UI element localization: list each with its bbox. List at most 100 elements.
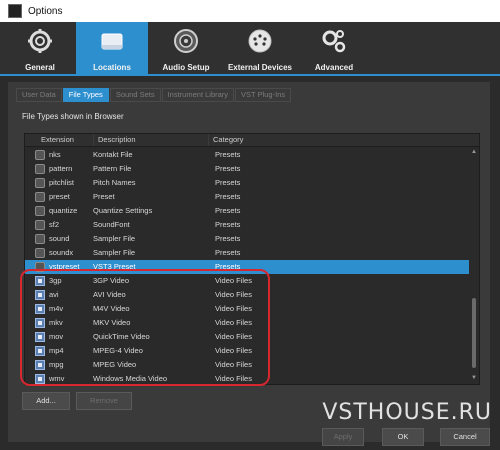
app-icon — [8, 4, 22, 18]
quantize-icon — [35, 206, 45, 216]
cell-extension: mov — [49, 332, 64, 341]
vst-icon — [35, 262, 45, 272]
cell-category: Presets — [215, 262, 241, 271]
table-row[interactable]: soundx Sampler File Presets — [25, 246, 469, 260]
video-file-icon — [35, 304, 45, 314]
cell-extension: sound — [49, 234, 70, 243]
toolbar-general-button[interactable]: General — [4, 22, 76, 74]
cell-category: Video Files — [215, 360, 252, 369]
table-body: nks Kontakt File Presets pattern Pattern Fil… — [25, 148, 469, 384]
tab-instrument-library[interactable]: Instrument Library — [161, 88, 235, 102]
gears-icon — [322, 30, 346, 53]
cell-description: M4V Video — [93, 304, 130, 313]
cell-extension: m4v — [49, 304, 64, 313]
table-row[interactable]: nks Kontakt File Presets — [25, 148, 469, 162]
table-row[interactable]: preset Preset Presets — [25, 190, 469, 204]
ok-button[interactable]: OK — [382, 428, 424, 446]
table-row[interactable]: m4v M4V Video Video Files — [25, 302, 469, 316]
cell-description: 3GP Video — [93, 276, 130, 285]
options-toolbar: General Locations Audio Setup External D… — [0, 22, 500, 74]
watermark-text: VSTHOUSE.RU — [322, 400, 492, 425]
toolbar-external-devices-button[interactable]: External Devices — [222, 22, 298, 74]
cell-description: Quantize Settings — [93, 206, 153, 215]
cell-category: Video Files — [215, 304, 252, 313]
cell-description: QuickTime Video — [93, 332, 150, 341]
midi-connector-icon — [248, 29, 272, 53]
cell-category: Presets — [215, 164, 241, 173]
toolbar-advanced-button[interactable]: Advanced — [298, 22, 370, 74]
remove-button[interactable]: Remove — [76, 392, 132, 410]
toolbar-external-devices-label: External Devices — [227, 63, 293, 72]
toolbar-locations-button[interactable]: Locations — [76, 22, 148, 74]
video-file-icon — [35, 374, 45, 384]
cell-description: MPEG-4 Video — [93, 346, 143, 355]
grid-icon — [35, 164, 45, 174]
column-header-description[interactable]: Description — [93, 134, 208, 146]
table-row[interactable]: sound Sampler File Presets — [25, 232, 469, 246]
add-button[interactable]: Add... — [22, 392, 70, 410]
title-bar: Options — [0, 0, 500, 22]
table-row[interactable]: wmv Windows Media Video Video Files — [25, 372, 469, 384]
gear-icon — [28, 29, 52, 53]
cell-category: Video Files — [215, 346, 252, 355]
table-row[interactable]: pattern Pattern File Presets — [25, 162, 469, 176]
scroll-up-icon[interactable]: ▲ — [471, 148, 477, 156]
cell-extension: vstpreset — [49, 262, 80, 271]
video-file-icon — [35, 276, 45, 286]
tab-file-types[interactable]: File Types — [62, 88, 109, 102]
table-row[interactable]: pitchlist Pitch Names Presets — [25, 176, 469, 190]
video-file-icon — [35, 360, 45, 370]
cell-description: MPEG Video — [93, 360, 137, 369]
table-row[interactable]: 3gp 3GP Video Video Files — [25, 274, 469, 288]
scrollbar-thumb[interactable] — [472, 298, 476, 368]
waveform-icon — [35, 248, 45, 258]
tab-vst-plug-ins[interactable]: VST Plug-Ins — [235, 88, 292, 102]
locations-panel: User Data File Types Sound Sets Instrume… — [8, 82, 490, 442]
cell-description: Sampler File — [93, 248, 136, 257]
window-title: Options — [28, 5, 63, 17]
cell-description: Kontakt File — [93, 150, 133, 159]
toolbar-general-label: General — [25, 63, 55, 72]
cell-category: Presets — [215, 206, 241, 215]
cell-extension: quantize — [49, 206, 78, 215]
file-types-table: Extension Description Category nks Kontak… — [24, 133, 480, 385]
table-row[interactable]: quantize Quantize Settings Presets — [25, 204, 469, 218]
apply-button[interactable]: Apply — [322, 428, 364, 446]
cell-description: Windows Media Video — [93, 374, 168, 383]
cell-description: AVI Video — [93, 290, 126, 299]
cancel-button[interactable]: Cancel — [440, 428, 490, 446]
cell-description: Sampler File — [93, 234, 136, 243]
cell-description: Pitch Names — [93, 178, 136, 187]
cell-category: Presets — [215, 234, 241, 243]
cell-description: MKV Video — [93, 318, 131, 327]
table-scrollbar[interactable]: ▲ ▼ — [471, 148, 477, 382]
cell-extension: mkv — [49, 318, 63, 327]
cell-extension: wmv — [49, 374, 65, 383]
cell-description: Pattern File — [93, 164, 132, 173]
scroll-down-icon[interactable]: ▼ — [471, 374, 477, 382]
cell-category: Presets — [215, 220, 241, 229]
cell-extension: pattern — [49, 164, 73, 173]
list-icon — [35, 178, 45, 188]
waveform-icon — [35, 234, 45, 244]
table-row[interactable]: vstpreset VST3 Preset Presets — [25, 260, 469, 274]
cell-category: Presets — [215, 192, 241, 201]
table-row[interactable]: mp4 MPEG-4 Video Video Files — [25, 344, 469, 358]
column-header-extension[interactable]: Extension — [25, 134, 93, 146]
cell-extension: nks — [49, 150, 61, 159]
table-row[interactable]: mov QuickTime Video Video Files — [25, 330, 469, 344]
column-header-category[interactable]: Category — [208, 134, 328, 146]
table-row[interactable]: sf2 SoundFont Presets — [25, 218, 469, 232]
folder-icon — [101, 33, 123, 50]
cell-description: Preset — [93, 192, 115, 201]
cell-extension: soundx — [49, 248, 74, 257]
toolbar-locations-label: Locations — [93, 63, 131, 72]
tab-user-data[interactable]: User Data — [16, 88, 62, 102]
tab-sound-sets[interactable]: Sound Sets — [109, 88, 161, 102]
cell-extension: pitchlist — [49, 178, 75, 187]
table-row[interactable]: avi AVI Video Video Files — [25, 288, 469, 302]
table-row[interactable]: mkv MKV Video Video Files — [25, 316, 469, 330]
toolbar-audio-setup-button[interactable]: Audio Setup — [150, 22, 222, 74]
cell-extension: 3gp — [49, 276, 62, 285]
table-row[interactable]: mpg MPEG Video Video Files — [25, 358, 469, 372]
